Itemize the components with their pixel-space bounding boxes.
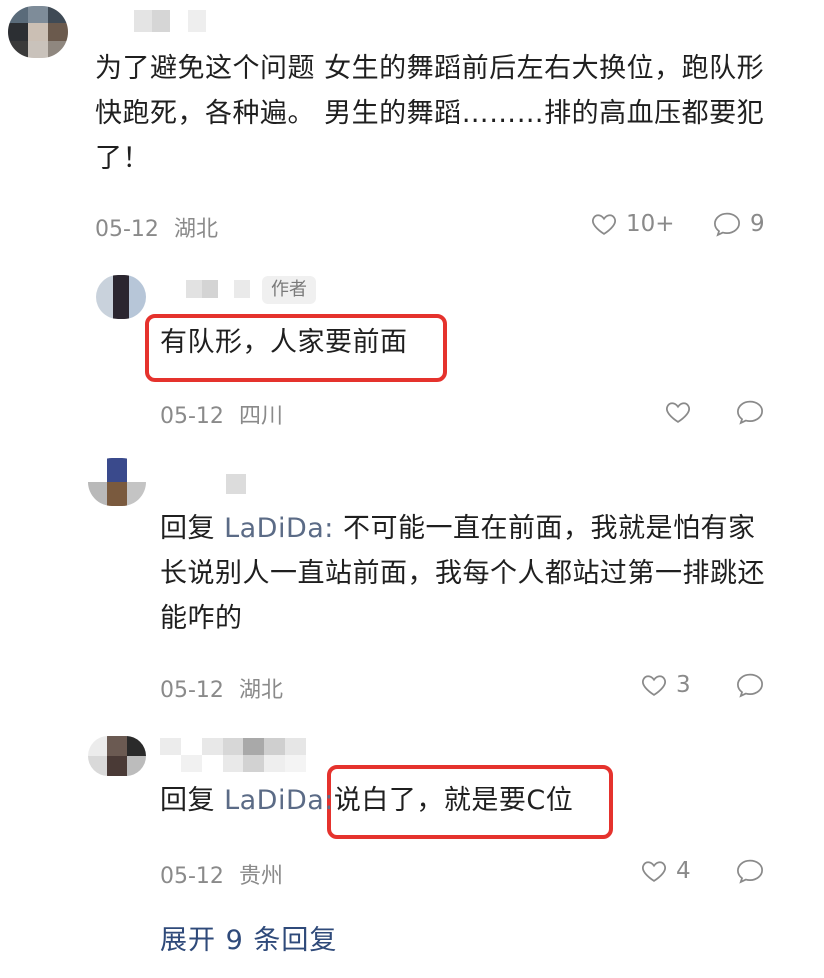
reply-date: 05-12 — [160, 404, 224, 429]
like-count: 10+ — [626, 211, 675, 237]
like-count: 4 — [676, 858, 691, 884]
like-button[interactable]: 10+ — [590, 210, 675, 238]
comment-bubble-icon — [735, 671, 765, 699]
username-redacted[interactable] — [116, 10, 206, 32]
username-redacted[interactable] — [160, 738, 306, 772]
comment-location: 湖北 — [173, 217, 218, 242]
comment-text: 为了避免这个问题 女生的舞蹈前后左右大换位，跑队形快跑死，各种遍。 男生的舞蹈…… — [95, 53, 765, 174]
avatar[interactable] — [8, 6, 68, 58]
reply-location: 贵州 — [238, 864, 283, 889]
reply-location: 湖北 — [238, 678, 283, 703]
comment-meta: 05-12 湖北 — [95, 211, 218, 243]
reply-text: 有队形，人家要前面 — [160, 327, 408, 358]
heart-icon — [590, 210, 618, 238]
like-button[interactable] — [664, 398, 692, 426]
avatar[interactable] — [88, 736, 146, 776]
expand-replies-link[interactable]: 展开 9 条回复 — [160, 918, 337, 957]
username-redacted[interactable] — [186, 280, 250, 298]
reply-meta: 05-12 四川 — [160, 398, 283, 430]
heart-icon — [664, 398, 692, 426]
like-count: 3 — [676, 672, 691, 698]
mention-link[interactable]: LaDiDa: — [224, 785, 334, 816]
avatar[interactable] — [88, 458, 146, 506]
reply-button[interactable] — [735, 857, 765, 885]
avatar[interactable] — [96, 275, 146, 319]
reply-meta: 05-12 贵州 — [160, 858, 283, 890]
reply-button[interactable] — [735, 398, 765, 426]
username-redacted[interactable] — [226, 474, 246, 494]
reply-date: 05-12 — [160, 678, 224, 703]
reply-prefix: 回复 — [160, 785, 225, 816]
reply-location: 四川 — [238, 404, 283, 429]
like-button[interactable]: 3 — [640, 671, 691, 699]
heart-icon — [640, 671, 668, 699]
reply-button[interactable] — [735, 671, 765, 699]
reply-text: 说白了，就是要C位 — [333, 785, 574, 816]
reply-meta: 05-12 湖北 — [160, 672, 283, 704]
mention-link[interactable]: LaDiDa: — [224, 513, 334, 544]
comment-date: 05-12 — [95, 217, 159, 242]
heart-icon — [640, 857, 668, 885]
comment-bubble-icon — [735, 398, 765, 426]
reply-text-block: 回复 LaDiDa:说白了，就是要C位 — [160, 778, 573, 823]
reply-button[interactable]: 9 — [712, 210, 765, 238]
reply-count: 9 — [750, 211, 765, 237]
like-button[interactable]: 4 — [640, 857, 691, 885]
reply-date: 05-12 — [160, 864, 224, 889]
reply-prefix: 回复 — [160, 513, 225, 544]
comment-bubble-icon — [712, 210, 742, 238]
comment-bubble-icon — [735, 857, 765, 885]
author-badge: 作者 — [262, 276, 316, 304]
reply-text-block: 回复 LaDiDa: 不可能一直在前面，我就是怕有家长说别人一直站前面，我每个人… — [160, 506, 770, 641]
